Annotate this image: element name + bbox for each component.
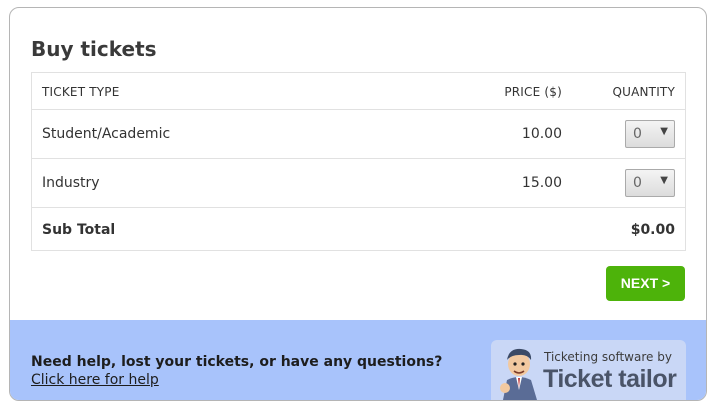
help-footer: Need help, lost your tickets, or have an… [10, 320, 706, 400]
table-row: Student/Academic 10.00 0 ▼ [32, 110, 685, 159]
ticket-type-label: Student/Academic [42, 126, 171, 142]
badge-brand: Ticket tailor [543, 365, 677, 393]
quantity-select[interactable]: 0 ▼ [625, 120, 675, 148]
quantity-value: 0 [633, 126, 642, 142]
ticket-price: 10.00 [521, 126, 562, 142]
ticket-price: 15.00 [521, 175, 562, 191]
table-row: Industry 15.00 0 ▼ [32, 159, 685, 208]
subtotal-label: Sub Total [42, 222, 116, 238]
quantity-select[interactable]: 0 ▼ [625, 169, 675, 197]
mascot-logo-icon [500, 348, 537, 400]
help-link[interactable]: Click here for help [31, 372, 159, 388]
page-title: Buy tickets [31, 37, 157, 61]
badge-caption: Ticketing software by [544, 350, 672, 364]
subtotal-row: Sub Total $0.00 [32, 208, 685, 250]
header-quantity: QUANTITY [612, 85, 675, 99]
quantity-value: 0 [633, 175, 642, 191]
ticket-tailor-badge[interactable]: Ticketing software by Ticket tailor [491, 340, 686, 400]
next-button[interactable]: NEXT > [606, 266, 685, 301]
help-question: Need help, lost your tickets, or have an… [31, 354, 443, 370]
subtotal-value: $0.00 [630, 222, 675, 238]
chevron-down-icon: ▼ [660, 175, 668, 186]
ticket-type-label: Industry [42, 175, 100, 191]
tickets-table: TICKET TYPE PRICE ($) QUANTITY Student/A… [31, 72, 686, 251]
table-header-row: TICKET TYPE PRICE ($) QUANTITY [32, 73, 685, 110]
ticket-widget: Buy tickets TICKET TYPE PRICE ($) QUANTI… [9, 7, 707, 401]
chevron-down-icon: ▼ [660, 126, 668, 137]
header-price: PRICE ($) [504, 85, 562, 99]
header-ticket-type: TICKET TYPE [42, 85, 120, 99]
